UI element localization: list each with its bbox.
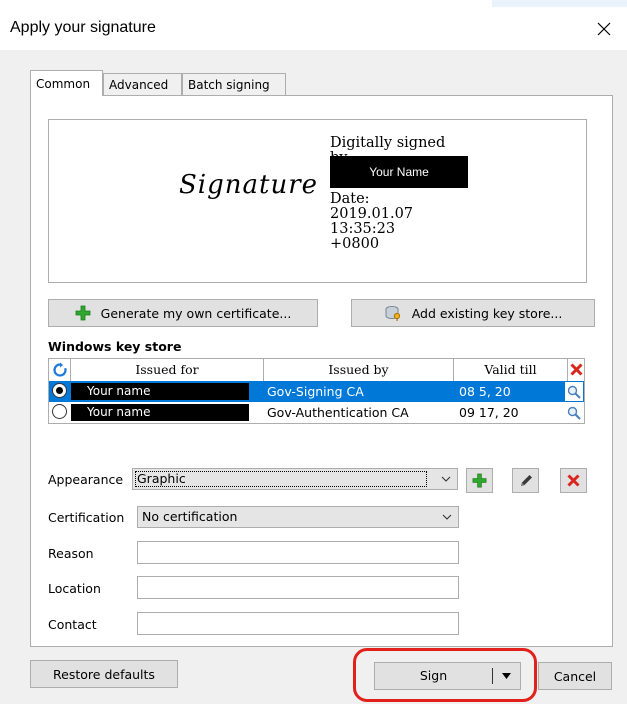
generate-certificate-button[interactable]: Generate my own certificate... (48, 299, 318, 327)
issued-for-redacted: Your name (71, 404, 249, 421)
tab-batch-signing[interactable]: Batch signing (182, 73, 286, 95)
signature-script-text: Signature (179, 170, 319, 200)
chevron-down-icon (442, 507, 452, 533)
appearance-select[interactable]: Graphic (132, 468, 458, 490)
row-radio-selected[interactable] (52, 383, 67, 398)
add-appearance-button[interactable] (466, 468, 493, 493)
column-issued-by[interactable]: Issued by (264, 359, 454, 381)
title-bar: Apply your signature (0, 8, 627, 50)
contact-input[interactable] (137, 612, 459, 635)
remove-certificate-button[interactable] (568, 359, 584, 381)
caret-down-icon (502, 673, 511, 679)
table-row[interactable]: Your name Gov-Signing CA 08 5, 20 (49, 381, 584, 402)
common-tab-panel: Signature Digitally signed by Your Name … (30, 95, 613, 647)
signed-date-text: Date: 2019.01.07 13:35:23 +0800 (330, 191, 414, 252)
valid-till-cell: 08 5, 20 (459, 384, 511, 399)
appearance-label: Appearance (48, 472, 124, 487)
apply-signature-dialog: Apply your signature Common Advanced Bat… (0, 8, 627, 704)
column-valid-till[interactable]: Valid till (454, 359, 568, 381)
delete-appearance-button[interactable] (560, 468, 587, 493)
delete-icon (567, 474, 580, 487)
certificate-table: Issued for Issued by Valid till Your nam… (48, 358, 585, 424)
sign-button-group: Sign (374, 662, 521, 690)
contact-label: Contact (48, 617, 97, 632)
refresh-icon (52, 362, 67, 377)
view-certificate-button[interactable] (565, 382, 583, 401)
background-heading (0, 0, 320, 7)
chevron-down-icon (441, 469, 451, 495)
table-header: Issued for Issued by Valid till (49, 359, 584, 382)
sign-options-dropdown[interactable] (493, 663, 520, 689)
location-input[interactable] (137, 576, 459, 599)
view-certificate-button[interactable] (565, 403, 583, 422)
tab-common[interactable]: Common (30, 70, 103, 96)
reason-input[interactable] (137, 541, 459, 564)
issued-for-redacted: Your name (71, 383, 249, 400)
cancel-button[interactable]: Cancel (538, 662, 612, 690)
add-key-store-button[interactable]: Add existing key store... (351, 299, 595, 327)
windows-key-store-title: Windows key store (48, 339, 182, 354)
delete-icon (569, 363, 583, 376)
key-store-icon (384, 305, 402, 321)
close-button[interactable] (581, 8, 627, 50)
dialog-title: Apply your signature (10, 19, 156, 36)
certification-select[interactable]: No certification (137, 506, 459, 528)
issued-by-cell: Gov-Signing CA (267, 384, 364, 399)
pencil-icon (520, 474, 532, 486)
column-issued-for[interactable]: Issued for (71, 359, 264, 381)
tab-advanced[interactable]: Advanced (103, 73, 182, 95)
restore-defaults-button[interactable]: Restore defaults (30, 660, 178, 688)
location-label: Location (48, 581, 101, 596)
reason-label: Reason (48, 546, 94, 561)
edit-appearance-button[interactable] (512, 468, 539, 493)
plus-icon (472, 473, 487, 488)
plus-icon (75, 305, 91, 321)
row-radio[interactable] (52, 404, 67, 419)
refresh-button[interactable] (49, 359, 71, 381)
background-link-strip (492, 0, 627, 7)
issued-by-cell: Gov-Authentication CA (267, 405, 409, 420)
sign-button[interactable]: Sign (375, 663, 492, 689)
table-row[interactable]: Your name Gov-Authentication CA 09 17, 2… (49, 402, 584, 423)
signer-name-redacted: Your Name (330, 156, 468, 188)
magnifier-icon (567, 406, 581, 420)
certification-label: Certification (48, 510, 125, 525)
magnifier-icon (567, 385, 581, 399)
signature-preview: Signature Digitally signed by Your Name … (48, 119, 587, 283)
close-icon (597, 22, 611, 36)
valid-till-cell: 09 17, 20 (459, 405, 519, 420)
